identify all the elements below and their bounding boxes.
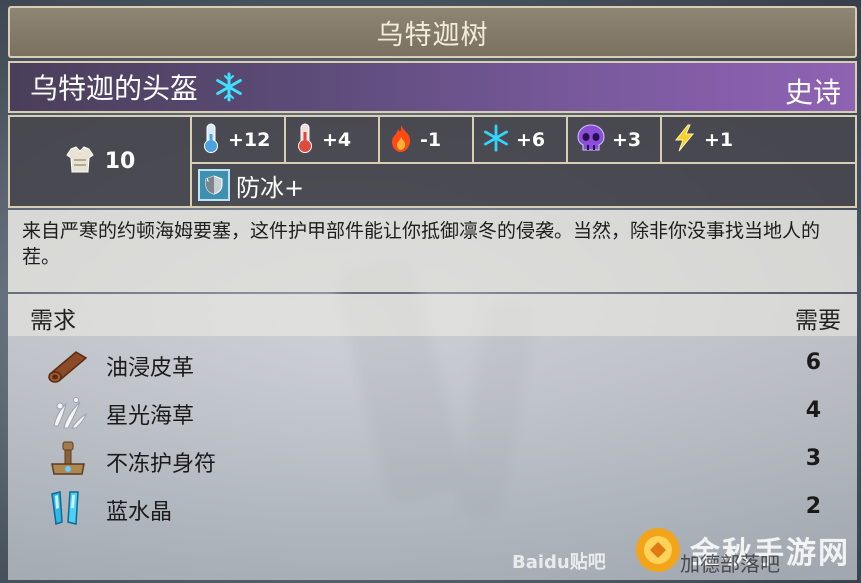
resistance-value: +12 xyxy=(228,128,271,151)
requirement-name: 不冻护身符 xyxy=(106,452,217,477)
description-box: 来自严寒的约顿海姆要塞，这件护甲部件能让你抵御凛冬的侵袭。当然，除非你没事找当地… xyxy=(8,210,857,292)
requirement-row: 油浸皮革 6 xyxy=(8,340,857,388)
requirements-label: 需求 xyxy=(30,308,76,334)
requirement-row: 蓝水晶 2 xyxy=(8,484,857,532)
requirement-row: 不冻护身符 3 xyxy=(8,436,857,484)
item-description: 来自严寒的约顿海姆要塞，这件护甲部件能让你抵御凛冬的侵袭。当然，除非你没事找当地… xyxy=(22,220,821,268)
item-name-bar: 乌特迦的头盔 史诗 xyxy=(8,61,857,113)
stats-section: 10 +12 +4 -1 +6 +3 +1 防冰+ xyxy=(8,115,857,208)
starlight-seaweed-icon xyxy=(46,392,90,432)
baidu-watermark: Baidu贴吧 xyxy=(512,552,606,573)
item-name: 乌特迦的头盔 xyxy=(30,72,199,105)
poison-skull-icon xyxy=(576,123,606,157)
requirement-count: 2 xyxy=(805,494,821,519)
resistance-cold: +12 xyxy=(192,117,286,162)
ice-resist-icon xyxy=(198,169,230,201)
requirement-row: 星光海草 4 xyxy=(8,388,857,436)
perk-row: 防冰+ xyxy=(192,164,304,206)
requirement-name: 蓝水晶 xyxy=(106,500,173,525)
armor-stat: 10 xyxy=(10,117,192,206)
title-bar: 乌特迦树 xyxy=(8,6,857,58)
resistance-frost: +6 xyxy=(474,117,568,162)
frost-icon xyxy=(482,123,510,156)
resistance-row: +12 +4 -1 +6 +3 +1 xyxy=(192,117,855,164)
requirement-name: 星光海草 xyxy=(106,404,195,429)
armor-icon xyxy=(65,145,95,178)
resistance-value: -1 xyxy=(420,128,442,151)
leather-roll-icon xyxy=(46,344,90,384)
requirement-count: 4 xyxy=(805,398,821,423)
blue-crystal-icon xyxy=(46,488,90,528)
cold-thermometer-icon xyxy=(200,122,222,158)
rarity-label: 史诗 xyxy=(784,76,841,109)
requirement-count: 3 xyxy=(805,446,821,471)
snowflake-icon xyxy=(214,72,244,102)
resistance-heat: +4 xyxy=(286,117,380,162)
resistance-value: +3 xyxy=(612,128,642,151)
fire-icon xyxy=(388,123,414,157)
window-title: 乌特迦树 xyxy=(376,19,489,51)
frost-amulet-icon xyxy=(46,440,90,480)
lightning-icon xyxy=(670,123,698,157)
resistance-poison: +3 xyxy=(568,117,662,162)
requirements-header: 需求 需要 xyxy=(8,294,857,336)
tieba-watermark: 加德部落吧 xyxy=(680,552,780,576)
resistance-value: +6 xyxy=(516,128,546,151)
item-tooltip-panel: 乌特迦树 乌特迦的头盔 史诗 10 +12 +4 -1 +6 +3 +1 防冰+… xyxy=(6,6,858,580)
needed-label: 需要 xyxy=(795,308,841,334)
armor-value: 10 xyxy=(104,149,136,174)
requirement-count: 6 xyxy=(805,350,821,375)
resistance-lightning: +1 xyxy=(662,117,756,162)
hot-thermometer-icon xyxy=(294,122,316,158)
resistance-value: +4 xyxy=(322,128,352,151)
resistance-value: +1 xyxy=(704,128,734,151)
perk-label: 防冰+ xyxy=(236,173,305,202)
resistance-fire: -1 xyxy=(380,117,474,162)
requirement-name: 油浸皮革 xyxy=(106,356,195,381)
